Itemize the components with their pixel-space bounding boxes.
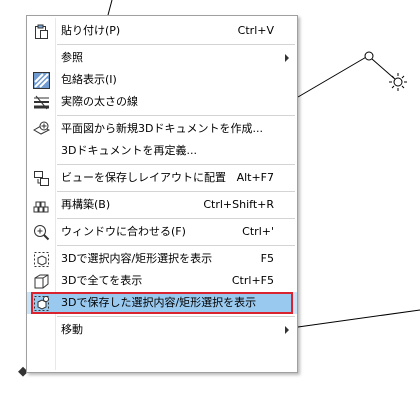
- menu-item-rebuild[interactable]: 再構築(B) Ctrl+Shift+R: [27, 194, 297, 216]
- menu-item-label: 平面図から新規3Dドキュメントを作成...: [61, 122, 263, 135]
- menu-item-label: 貼り付け(P): [61, 24, 121, 37]
- submenu-arrow-icon: [285, 54, 289, 62]
- menu-item-shortcut: Ctrl+Shift+R: [203, 198, 274, 211]
- canvas-line: [297, 55, 369, 98]
- menu-item-shortcut: Ctrl+F5: [231, 274, 274, 287]
- menu-item-label: 参照: [61, 51, 83, 64]
- context-menu: 貼り付け(P) Ctrl+V 参照 包絡表示(I) 実際の太さの線 平面図から新…: [26, 15, 298, 373]
- menu-item-paste[interactable]: 貼り付け(P) Ctrl+V: [27, 20, 297, 42]
- menu-item-fit-in-window[interactable]: ウィンドウに合わせる(F) Ctrl+': [27, 221, 297, 243]
- menu-item-shortcut: Ctrl+V: [237, 24, 274, 37]
- menu-item-envelope-display[interactable]: 包絡表示(I): [27, 69, 297, 91]
- menu-item-actual-line-weight[interactable]: 実際の太さの線: [27, 91, 297, 113]
- menu-separator: [57, 191, 295, 192]
- menu-item-shortcut: F5: [260, 252, 274, 265]
- menu-item-label: 実際の太さの線: [61, 95, 138, 108]
- show-selection-3d-icon: [33, 251, 50, 268]
- menu-item-label: 3Dドキュメントを再定義...: [61, 144, 197, 157]
- menu-item-shortcut: Ctrl+': [242, 225, 274, 238]
- menu-separator: [57, 245, 295, 246]
- menu-item-redefine-3d-document[interactable]: 3Dドキュメントを再定義...: [27, 140, 297, 162]
- menu-item-save-view-layout[interactable]: ビューを保存しレイアウトに配置 Alt+F7: [27, 167, 297, 189]
- show-all-3d-icon: [33, 273, 50, 290]
- menu-separator: [57, 164, 295, 165]
- save-view-layout-icon: [33, 170, 50, 187]
- canvas-node: [364, 51, 374, 61]
- menu-item-label: ビューを保存しレイアウトに配置: [61, 171, 226, 184]
- menu-item-reference[interactable]: 参照: [27, 47, 297, 69]
- menu-separator: [57, 316, 295, 317]
- show-saved-selection-3d-icon: [33, 295, 50, 312]
- menu-item-label: 移動: [61, 323, 83, 336]
- new-3d-document-icon: [33, 121, 50, 138]
- menu-item-label: ウィンドウに合わせる(F): [61, 225, 186, 238]
- menu-separator: [57, 218, 295, 219]
- paste-icon: [33, 23, 50, 40]
- menu-item-show-saved-selection-3d[interactable]: 3Dで保存した選択内容/矩形選択を表示: [27, 292, 297, 314]
- submenu-arrow-icon: [285, 326, 289, 334]
- menu-item-show-all-3d[interactable]: 3Dで全てを表示 Ctrl+F5: [27, 270, 297, 292]
- canvas-line: [107, 0, 113, 16]
- canvas-line: [297, 309, 420, 328]
- menu-item-label: 3Dで保存した選択内容/矩形選択を表示: [61, 296, 257, 309]
- menu-item-new-3d-document[interactable]: 平面図から新規3Dドキュメントを作成...: [27, 118, 297, 140]
- menu-item-shortcut: Alt+F7: [236, 171, 274, 184]
- fit-in-window-icon: [33, 224, 50, 241]
- menu-item-label: 3Dで全てを表示: [61, 274, 143, 287]
- menu-item-show-selection-3d[interactable]: 3Dで選択内容/矩形選択を表示 F5: [27, 248, 297, 270]
- menu-item-label: 3Dで選択内容/矩形選択を表示: [61, 252, 213, 265]
- envelope-display-icon: [33, 72, 50, 89]
- menu-separator: [57, 115, 295, 116]
- menu-separator: [57, 44, 295, 45]
- rebuild-icon: [33, 197, 50, 214]
- menu-item-move[interactable]: 移動: [27, 319, 297, 341]
- menu-item-label: 再構築(B): [61, 198, 111, 211]
- actual-line-weight-icon: [33, 94, 50, 111]
- menu-item-label: 包絡表示(I): [61, 73, 117, 86]
